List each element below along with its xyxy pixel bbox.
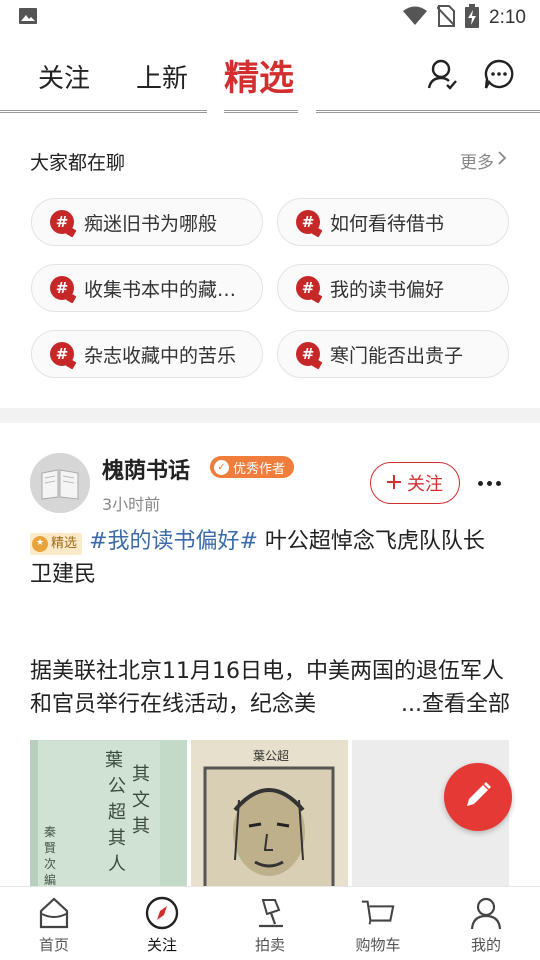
bottom-nav-auction[interactable]: 拍卖 xyxy=(216,887,324,960)
badge-label: 优秀作者 xyxy=(233,461,286,477)
battery-charging-icon xyxy=(465,4,480,32)
bottom-nav-label: 拍卖 xyxy=(254,936,285,954)
hashtag-icon: # xyxy=(296,342,320,366)
svg-text:次: 次 xyxy=(44,857,56,871)
bottom-nav-follow[interactable]: 关注 xyxy=(108,887,216,960)
featured-tag: ★ 精选 xyxy=(30,532,83,555)
home-icon xyxy=(36,895,72,931)
post-headline: 叶公超悼念飞虎队队长 xyxy=(257,529,485,554)
topic-label: 杂志收藏中的苦乐 xyxy=(84,344,237,367)
status-bar: 2:10 xyxy=(0,0,540,36)
svg-text:人: 人 xyxy=(108,854,126,875)
topic-chip[interactable]: # 杂志收藏中的苦乐 xyxy=(31,330,263,378)
post-timestamp: 3小时前 xyxy=(102,495,161,514)
post-image-gallery: 葉公超其人其文其秦賢次編 葉公超 xyxy=(30,740,510,890)
featured-tag-label: 精选 xyxy=(51,536,78,551)
topic-chip[interactable]: # 我的读书偏好 xyxy=(277,264,509,312)
section-title: 大家都在聊 xyxy=(30,152,126,174)
svg-text:葉公超: 葉公超 xyxy=(253,748,289,763)
svg-text:其: 其 xyxy=(132,764,150,785)
svg-text:秦: 秦 xyxy=(44,825,56,839)
follow-button[interactable]: 关注 xyxy=(370,462,460,504)
topic-chip[interactable]: # 痴迷旧书为哪般 xyxy=(31,198,263,246)
auction-gavel-icon xyxy=(252,895,288,931)
topic-chip[interactable]: # 如何看待借书 xyxy=(277,198,509,246)
bottom-navigation: 首页 关注 拍卖 购物车 我的 xyxy=(0,886,540,960)
svg-text:公: 公 xyxy=(108,776,126,797)
plus-icon xyxy=(387,473,401,494)
author-badge: ✓ 优秀作者 xyxy=(210,456,295,478)
pencil-icon xyxy=(463,780,493,814)
more-label: 更多 xyxy=(460,153,494,173)
nav-divider xyxy=(316,110,540,113)
post-image-portrait[interactable]: 葉公超 xyxy=(191,740,348,890)
svg-text:其: 其 xyxy=(132,816,150,837)
hashtag-icon: # xyxy=(296,276,320,300)
medal-icon: ★ xyxy=(32,535,48,552)
section-divider xyxy=(0,408,540,423)
topic-chip[interactable]: # 收集书本中的藏… xyxy=(31,264,263,312)
svg-text:賢: 賢 xyxy=(44,841,56,855)
nav-divider xyxy=(0,110,207,113)
hashtag-icon: # xyxy=(50,210,74,234)
topic-label: 寒门能否出贵子 xyxy=(330,344,464,367)
bottom-nav-label: 购物车 xyxy=(355,936,401,954)
hashtag-icon: # xyxy=(50,342,74,366)
post-title[interactable]: ★ 精选 #我的读书偏好# 叶公超悼念飞虎队队长 卫建民 xyxy=(30,525,510,591)
bottom-nav-home[interactable]: 首页 xyxy=(0,887,108,960)
bottom-nav-label: 关注 xyxy=(146,936,177,954)
svg-text:超: 超 xyxy=(108,802,126,823)
svg-text:文: 文 xyxy=(132,790,150,811)
post-byline: 卫建民 xyxy=(30,562,97,587)
tab-follow[interactable]: 关注 xyxy=(38,58,90,95)
topic-label: 收集书本中的藏… xyxy=(84,278,237,301)
trending-topics-section: 大家都在聊 更多 # 痴迷旧书为哪般 # 如何看待借书 # 收集书本中的藏… #… xyxy=(0,118,540,408)
cart-icon xyxy=(360,895,396,931)
post-excerpt[interactable]: 据美联社北京11月16日电，中美两国的退伍军人和官员举行在线活动，纪念美 ...… xyxy=(30,655,510,721)
message-bubble-icon[interactable] xyxy=(483,58,515,90)
top-navigation: 关注 上新 精选 xyxy=(0,36,540,114)
profile-icon xyxy=(468,895,504,931)
bottom-nav-profile[interactable]: 我的 xyxy=(432,887,540,960)
topic-label: 如何看待借书 xyxy=(330,212,445,235)
gallery-notification-icon xyxy=(18,6,38,30)
bottom-nav-label: 首页 xyxy=(38,936,69,954)
user-check-icon[interactable] xyxy=(426,58,458,90)
topic-chip[interactable]: # 寒门能否出贵子 xyxy=(277,330,509,378)
author-name[interactable]: 槐荫书话 xyxy=(102,453,190,485)
chevron-right-icon xyxy=(496,150,508,171)
post-hashtag[interactable]: #我的读书偏好# xyxy=(89,529,258,554)
post-image-book-cover[interactable]: 葉公超其人其文其秦賢次編 xyxy=(30,740,187,890)
nav-divider xyxy=(224,110,298,113)
topic-label: 我的读书偏好 xyxy=(330,278,445,301)
svg-text:葉: 葉 xyxy=(105,750,123,771)
bottom-nav-label: 我的 xyxy=(470,936,501,954)
tab-new-arrivals[interactable]: 上新 xyxy=(136,58,188,95)
hashtag-icon: # xyxy=(50,276,74,300)
compass-icon xyxy=(144,895,180,931)
compose-post-button[interactable] xyxy=(444,763,512,831)
app-screen: 2:10 关注 上新 精选 大家都在聊 更多 # 痴迷旧书为哪般 # 如何看待借… xyxy=(0,0,540,960)
wifi-icon xyxy=(403,6,428,30)
svg-text:編: 編 xyxy=(44,872,56,887)
award-icon: ✓ xyxy=(214,459,229,475)
see-all-link[interactable]: ...查看全部 xyxy=(387,688,510,721)
status-time: 2:10 xyxy=(489,7,526,28)
tab-featured[interactable]: 精选 xyxy=(224,50,294,101)
svg-text:其: 其 xyxy=(108,828,126,849)
more-options-icon[interactable] xyxy=(474,468,504,498)
topic-label: 痴迷旧书为哪般 xyxy=(84,212,218,235)
more-topics-link[interactable]: 更多 xyxy=(460,148,508,173)
no-sim-icon xyxy=(436,5,456,31)
author-avatar[interactable] xyxy=(30,453,90,513)
hashtag-icon: # xyxy=(296,210,320,234)
follow-label: 关注 xyxy=(407,474,443,495)
bottom-nav-cart[interactable]: 购物车 xyxy=(324,887,432,960)
